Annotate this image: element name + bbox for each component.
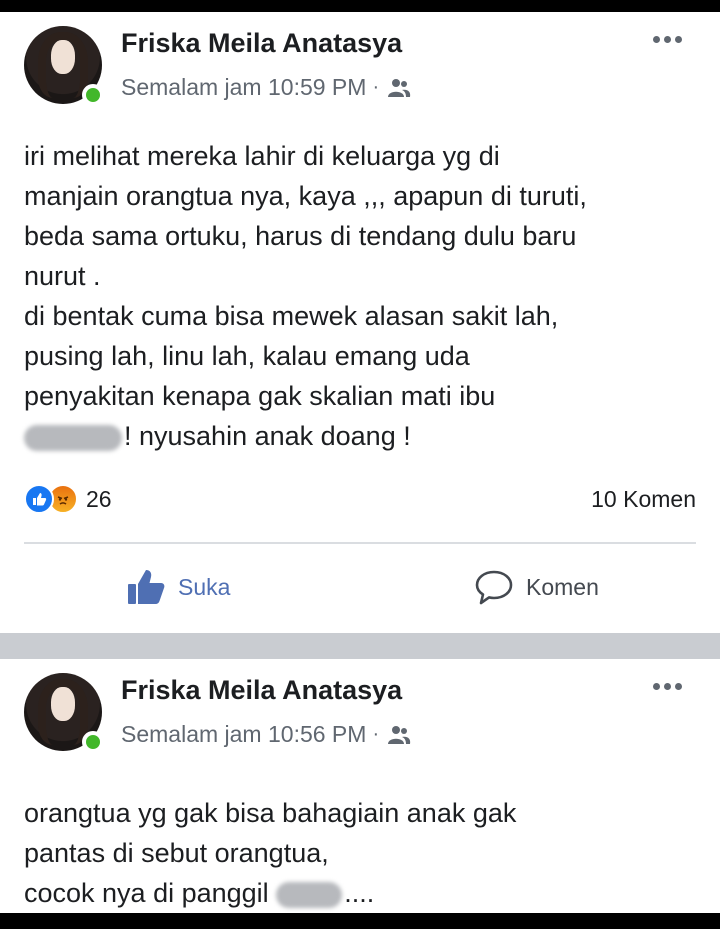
post-body: orangtua yg gak bisa bahagiain anak gak … <box>24 793 700 913</box>
more-dot <box>653 683 660 690</box>
more-options-icon[interactable] <box>653 683 682 690</box>
post-line: orangtua yg gak bisa bahagiain anak gak <box>24 798 517 828</box>
more-dot <box>664 36 671 43</box>
friends-audience-icon <box>388 78 411 97</box>
comment-count[interactable]: 10 Komen <box>591 486 696 513</box>
divider <box>24 542 696 544</box>
post-line: pusing lah, linu lah, kalau emang uda <box>24 341 470 371</box>
more-options-icon[interactable] <box>653 36 682 43</box>
like-reaction-icon <box>24 484 54 514</box>
post-timestamp[interactable]: Semalam jam 10:56 PM <box>121 721 366 748</box>
post-line-tail: .... <box>344 878 375 908</box>
post-line: manjain orangtua nya, kaya ,,, apapun di… <box>24 181 587 211</box>
post-line: pantas di sebut orangtua, <box>24 838 329 868</box>
post-card: Friska Meila Anatasya Semalam jam 10:56 … <box>0 659 720 913</box>
post-line: cocok nya di panggil .... <box>24 873 700 913</box>
more-dot <box>664 683 671 690</box>
more-dot <box>675 683 682 690</box>
feed-separator <box>0 633 720 659</box>
more-dot <box>653 36 660 43</box>
comment-bubble-icon <box>475 570 513 605</box>
post-line: di bentak cuma bisa mewek alasan sakit l… <box>24 301 559 331</box>
online-status-icon <box>82 84 104 106</box>
author-name[interactable]: Friska Meila Anatasya <box>121 28 402 59</box>
like-button[interactable]: Suka <box>126 568 230 606</box>
reaction-summary[interactable]: 26 <box>24 484 112 514</box>
censored-text <box>276 881 343 908</box>
post-body: iri melihat mereka lahir di keluarga yg … <box>24 136 700 456</box>
post-line: ! nyusahin anak doang ! <box>24 416 700 456</box>
online-status-icon <box>82 731 104 753</box>
more-dot <box>675 36 682 43</box>
reaction-count: 26 <box>86 485 112 512</box>
friends-audience-icon <box>388 725 411 744</box>
post-line: penyakitan kenapa gak skalian mati ibu <box>24 381 496 411</box>
post-line-tail: ! nyusahin anak doang ! <box>124 421 411 451</box>
author-name[interactable]: Friska Meila Anatasya <box>121 675 402 706</box>
comment-button[interactable]: Komen <box>474 568 599 606</box>
avatar-face <box>51 687 75 721</box>
post-meta: Semalam jam 10:59 PM · <box>121 74 411 101</box>
post-line-head: cocok nya di panggil <box>24 878 269 908</box>
censored-text <box>24 424 122 451</box>
post-meta: Semalam jam 10:56 PM · <box>121 721 411 748</box>
post-line: nurut . <box>24 261 101 291</box>
post-timestamp[interactable]: Semalam jam 10:59 PM <box>121 74 366 101</box>
meta-separator: · <box>372 723 380 745</box>
post-card: Friska Meila Anatasya Semalam jam 10:59 … <box>0 12 720 633</box>
avatar-face <box>51 40 75 74</box>
like-button-label: Suka <box>178 573 231 600</box>
post-line: beda sama ortuku, harus di tendang dulu … <box>24 221 577 251</box>
post-line: iri melihat mereka lahir di keluarga yg … <box>24 141 500 171</box>
thumbs-up-icon <box>128 570 165 604</box>
comment-button-label: Komen <box>526 573 599 600</box>
meta-separator: · <box>372 76 380 98</box>
